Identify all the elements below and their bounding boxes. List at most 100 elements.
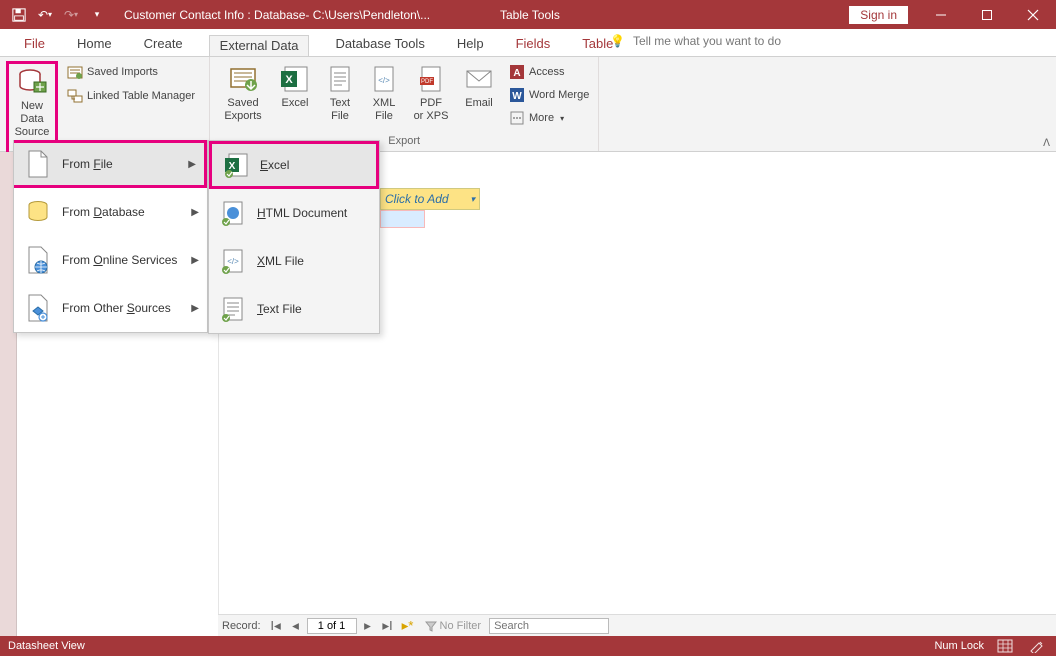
design-view-button[interactable]: [1026, 638, 1048, 654]
chevron-right-icon: ▶: [191, 207, 199, 218]
menu-from-database-label: From Database: [62, 205, 145, 219]
save-icon[interactable]: [10, 6, 28, 24]
record-search-input[interactable]: [489, 618, 609, 634]
last-record-button[interactable]: ▸I: [379, 618, 397, 634]
quick-access-toolbar: ↶▾ ↷▾ ▾: [0, 6, 106, 24]
submenu-xml[interactable]: </> XML File: [209, 237, 379, 285]
redo-icon[interactable]: ↷▾: [62, 6, 80, 24]
export-email-label: Email: [465, 97, 493, 110]
export-xml-button[interactable]: </> XML File: [364, 61, 404, 125]
excel-icon: X: [279, 63, 311, 95]
qat-customize-icon[interactable]: ▾: [88, 6, 106, 24]
saved-imports-icon: [67, 64, 83, 80]
xml-file-icon: </>: [219, 247, 247, 275]
saved-exports-button[interactable]: Saved Exports: [216, 61, 270, 125]
datasheet-header-row: Click to Add ▾: [380, 189, 480, 209]
record-position-input[interactable]: [307, 618, 357, 634]
chevron-right-icon: ▶: [188, 159, 196, 170]
export-access-label: Access: [529, 66, 564, 78]
click-to-add-column[interactable]: Click to Add ▾: [380, 188, 480, 210]
title-bar: ↶▾ ↷▾ ▾ Customer Contact Info : Database…: [0, 0, 1056, 29]
export-more-label: More: [529, 112, 554, 124]
export-email-button[interactable]: Email: [458, 61, 500, 112]
svg-text:PDF: PDF: [421, 79, 433, 85]
submenu-excel[interactable]: X Excel: [209, 141, 379, 189]
menu-from-file-label: From File: [62, 157, 113, 171]
lightbulb-icon: 💡: [610, 34, 625, 48]
more-icon: [509, 110, 525, 126]
click-to-add-label: Click to Add: [385, 192, 449, 206]
menu-from-online-label: From Online Services: [62, 253, 177, 267]
no-filter-label: No Filter: [440, 620, 482, 632]
from-file-submenu: X Excel HTML Document </> XML File Text …: [208, 140, 380, 334]
access-icon: A: [509, 64, 525, 80]
datasheet-cell[interactable]: [380, 210, 425, 228]
datasheet-new-row: [380, 210, 425, 228]
other-sources-icon: [24, 294, 52, 322]
ribbon-tabs: File Home Create External Data Database …: [0, 29, 1056, 56]
linked-table-icon: [67, 88, 83, 104]
export-word-merge-button[interactable]: W Word Merge: [506, 84, 592, 106]
xml-file-icon: </>: [368, 63, 400, 95]
export-access-button[interactable]: A Access: [506, 61, 592, 83]
submenu-html-label: HTML Document: [257, 206, 347, 220]
num-lock-label: Num Lock: [934, 640, 984, 652]
record-label: Record:: [222, 620, 261, 632]
maximize-button[interactable]: [964, 0, 1010, 29]
status-bar: Datasheet View Num Lock: [0, 636, 1056, 656]
export-pdf-button[interactable]: PDF PDF or XPS: [408, 61, 454, 125]
svg-text:</>: </>: [378, 76, 390, 85]
submenu-text[interactable]: Text File: [209, 285, 379, 333]
tab-external-data[interactable]: External Data: [209, 35, 310, 56]
sign-in-button[interactable]: Sign in: [849, 6, 908, 24]
menu-from-other[interactable]: From Other Sources ▶: [14, 284, 207, 332]
tab-home[interactable]: Home: [71, 32, 118, 56]
undo-icon[interactable]: ↶▾: [36, 6, 54, 24]
export-more-button[interactable]: More▾: [506, 107, 592, 129]
group-export: Saved Exports X Excel Text File </> XML …: [210, 57, 599, 151]
new-record-button[interactable]: ▸*: [399, 618, 417, 634]
linked-table-manager-button[interactable]: Linked Table Manager: [64, 85, 198, 107]
file-icon: [24, 150, 52, 178]
datasheet-view-button[interactable]: [994, 638, 1016, 654]
database-import-icon: [16, 66, 48, 98]
contextual-tab-label: Table Tools: [500, 8, 560, 22]
saved-imports-button[interactable]: Saved Imports: [64, 61, 198, 83]
linked-table-manager-label: Linked Table Manager: [87, 90, 195, 102]
saved-exports-icon: [227, 63, 259, 95]
record-navigator: Record: I◂ ◂ ▸ ▸I ▸* No Filter: [218, 614, 1056, 636]
excel-file-icon: X: [222, 151, 250, 179]
next-record-button[interactable]: ▸: [359, 618, 377, 634]
prev-record-button[interactable]: ◂: [287, 618, 305, 634]
first-record-button[interactable]: I◂: [267, 618, 285, 634]
tell-me-search[interactable]: 💡 Tell me what you want to do: [610, 34, 781, 48]
submenu-excel-label: Excel: [260, 158, 289, 172]
export-word-merge-label: Word Merge: [529, 89, 589, 101]
saved-exports-label: Saved Exports: [224, 97, 261, 123]
export-excel-label: Excel: [282, 97, 309, 110]
tab-fields[interactable]: Fields: [510, 32, 557, 56]
tell-me-placeholder: Tell me what you want to do: [633, 34, 781, 48]
submenu-html[interactable]: HTML Document: [209, 189, 379, 237]
tab-file[interactable]: File: [18, 32, 51, 56]
minimize-button[interactable]: [918, 0, 964, 29]
text-file-icon: [219, 295, 247, 323]
tab-help[interactable]: Help: [451, 32, 490, 56]
svg-text:X: X: [285, 74, 293, 86]
svg-text:</>: </>: [227, 257, 239, 266]
menu-from-online[interactable]: From Online Services ▶: [14, 236, 207, 284]
export-excel-button[interactable]: X Excel: [274, 61, 316, 112]
tab-create[interactable]: Create: [138, 32, 189, 56]
export-text-button[interactable]: Text File: [320, 61, 360, 125]
export-xml-label: XML File: [373, 97, 396, 123]
chevron-right-icon: ▶: [191, 303, 199, 314]
menu-from-file[interactable]: From File ▶: [14, 140, 207, 188]
new-data-source-menu: From File ▶ From Database ▶ From Online …: [13, 140, 208, 333]
filter-indicator[interactable]: No Filter: [425, 620, 482, 632]
collapse-ribbon-icon[interactable]: ᐱ: [1043, 138, 1050, 149]
export-text-label: Text File: [330, 97, 350, 123]
menu-from-database[interactable]: From Database ▶: [14, 188, 207, 236]
saved-imports-label: Saved Imports: [87, 66, 158, 78]
close-button[interactable]: [1010, 0, 1056, 29]
tab-database-tools[interactable]: Database Tools: [329, 32, 430, 56]
